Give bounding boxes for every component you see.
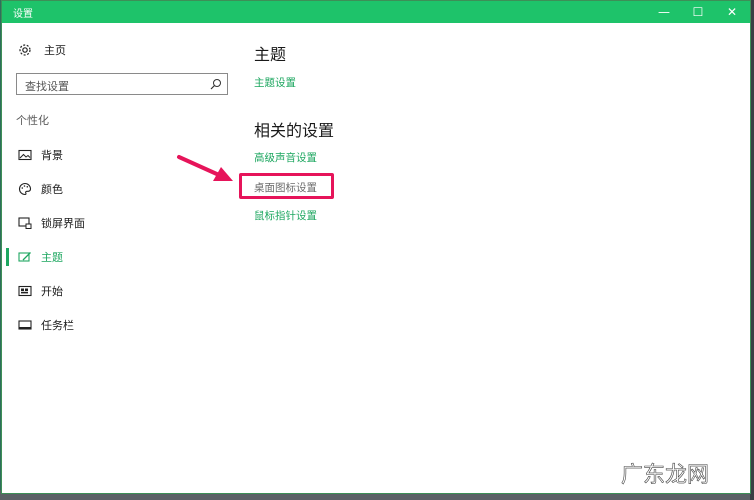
theme-settings-link[interactable]: 主题设置 (254, 75, 296, 90)
sidebar: 主页 查找设置 个性化 背景 颜色 锁屏界面 主题 开始 任务栏 (2, 23, 234, 493)
page-title: 主题 (254, 45, 287, 64)
sidebar-item-taskbar[interactable]: 任务栏 (2, 313, 234, 337)
close-button[interactable]: ✕ (715, 1, 749, 23)
lock-screen-icon (18, 217, 32, 229)
maximize-button[interactable]: ☐ (681, 1, 715, 23)
settings-window: 设置 — ☐ ✕ 主页 查找设置 个性化 背景 颜色 锁屏界面 主题 开始 任务… (1, 0, 751, 494)
sidebar-item-lock-screen[interactable]: 锁屏界面 (2, 211, 234, 235)
minimize-button[interactable]: — (647, 1, 681, 23)
section-label-personalization: 个性化 (16, 114, 49, 127)
sidebar-item-label: 主题 (41, 251, 63, 264)
home-nav-item[interactable]: 主页 (18, 41, 66, 59)
taskbar-icon (18, 320, 32, 330)
sidebar-item-label: 开始 (41, 285, 63, 298)
title-bar[interactable]: 设置 — ☐ ✕ (2, 1, 750, 23)
sidebar-item-label: 任务栏 (41, 319, 74, 332)
search-icon[interactable] (210, 78, 222, 90)
mouse-pointer-settings-link[interactable]: 鼠标指针设置 (254, 208, 317, 223)
sidebar-item-start[interactable]: 开始 (2, 279, 234, 303)
home-label: 主页 (44, 44, 66, 57)
watermark-logo: 广东龙网 (621, 463, 710, 488)
theme-icon (18, 252, 31, 262)
gear-icon (19, 44, 31, 56)
active-indicator (6, 248, 9, 266)
highlight-box (239, 173, 334, 199)
sidebar-item-themes[interactable]: 主题 (2, 245, 234, 269)
sidebar-item-label: 锁屏界面 (41, 217, 85, 230)
main-content: 主题 主题设置 相关的设置 高级声音设置 桌面图标设置 鼠标指针设置 (234, 23, 750, 493)
palette-icon (19, 182, 32, 196)
search-placeholder: 查找设置 (25, 80, 69, 93)
start-icon (18, 285, 32, 297)
related-settings-heading: 相关的设置 (254, 121, 335, 140)
sidebar-item-label: 背景 (41, 149, 63, 162)
sidebar-item-label: 颜色 (41, 183, 63, 196)
advanced-sound-settings-link[interactable]: 高级声音设置 (254, 150, 317, 165)
image-icon (18, 149, 32, 161)
window-title: 设置 (13, 9, 33, 20)
pointer-arrow-annotation (177, 155, 233, 181)
svg-text:广东龙网: 广东龙网 (621, 463, 709, 488)
search-input[interactable]: 查找设置 (16, 73, 228, 95)
